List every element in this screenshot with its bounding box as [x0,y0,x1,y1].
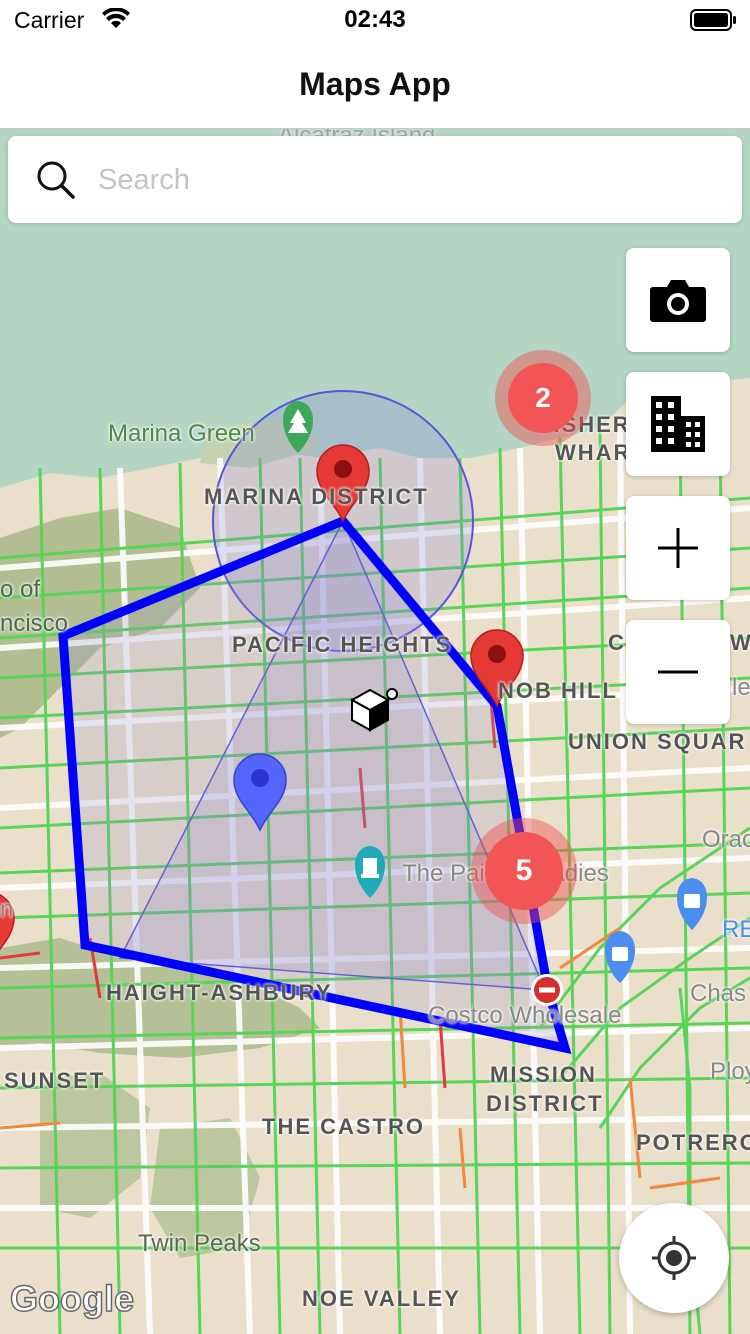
label-the-castro: THE CASTRO [262,1114,425,1139]
zoom-out-button[interactable] [626,620,730,724]
search-bar [8,136,742,223]
plus-icon [658,528,698,568]
cluster-marker-north[interactable]: 2 [495,350,591,446]
my-location-button[interactable] [619,1203,729,1313]
label-presidio-2: ncisco [0,610,69,637]
page-title: Maps App [299,66,451,102]
crosshair-icon [652,1236,696,1280]
label-twin-peaks: Twin Peaks [138,1230,261,1257]
label-w: W [730,630,750,655]
label-c: C [608,630,626,655]
label-chase: Chas [690,980,747,1007]
label-costco: Costco Wholesale [428,1002,622,1029]
label-oracle: Orac [702,826,750,853]
cluster-marker-south[interactable]: 5 [471,818,577,924]
label-sunset: SUNSET [4,1068,106,1093]
navigation-bar: Maps App [0,40,750,129]
status-bar: Carrier 02:43 [0,0,750,40]
label-mission: MISSION [490,1062,597,1087]
label-marina-green: Marina Green [108,420,255,447]
minus-icon [658,670,698,674]
camera-button[interactable] [626,248,730,352]
zoom-in-button[interactable] [626,496,730,600]
label-presidio-1: o of [0,576,41,603]
cluster-count: 5 [485,832,563,910]
search-icon [37,161,75,199]
map-view[interactable]: Alcatraz Island Marina Green MARINA DIST… [0,128,750,1334]
google-attribution-logo: Google [9,1277,135,1320]
label-haight-ashbury: HAIGHT-ASHBURY [106,980,333,1005]
label-pacific-heights: PACIFIC HEIGHTS [232,632,453,657]
camera-icon [650,280,706,322]
label-re: RE [722,916,750,943]
label-le: le [732,674,750,701]
buildings-icon [651,396,705,452]
search-input[interactable] [96,154,720,206]
label-marina-district: MARINA DISTRICT [204,484,429,509]
cluster-count: 2 [508,363,578,433]
label-ploy: Ploy [710,1058,750,1085]
label-mission-district: DISTRICT [486,1091,604,1116]
label-union-square: UNION SQUAR [568,729,747,754]
label-n: n [0,896,14,923]
buildings-button[interactable] [626,372,730,476]
label-potrero: POTRERO [636,1130,750,1155]
label-noe-valley: NOE VALLEY [302,1286,461,1311]
battery-icon [690,9,736,31]
label-nob-hill: NOB HILL [498,678,618,703]
label-fishermans-wharf-2: WHAR [555,440,632,465]
clock: 02:43 [344,6,406,33]
